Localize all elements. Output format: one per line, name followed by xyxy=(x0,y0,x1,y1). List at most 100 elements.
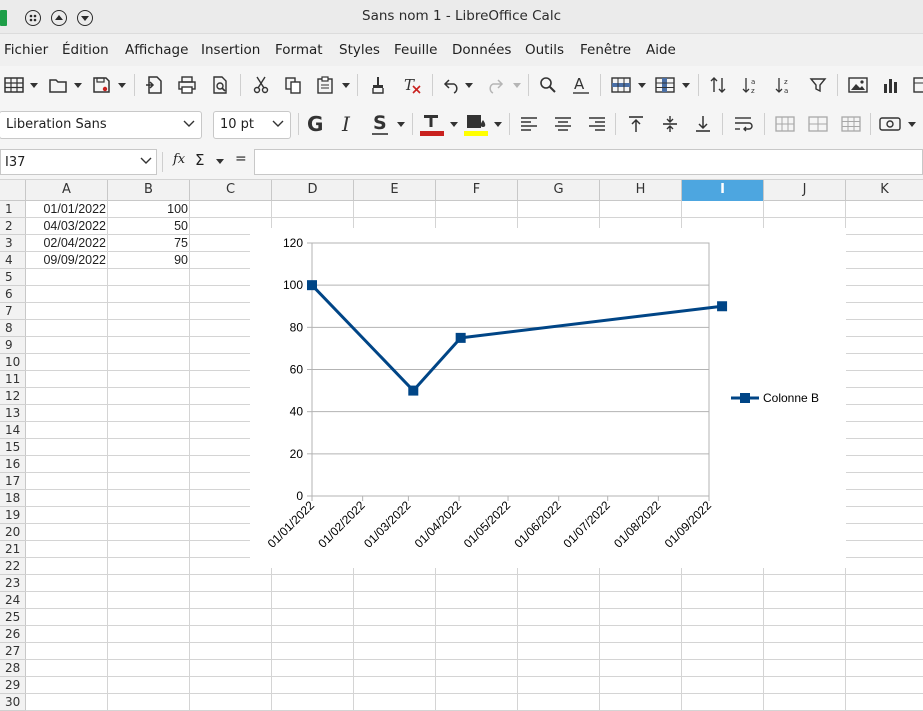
row-header-22[interactable]: 22 xyxy=(0,558,26,575)
new-document-button[interactable] xyxy=(2,73,26,97)
menu-data[interactable]: Données xyxy=(452,42,511,58)
row-header-19[interactable]: 19 xyxy=(0,507,26,524)
paste-dropdown[interactable] xyxy=(341,73,351,97)
row-header-5[interactable]: 5 xyxy=(0,269,26,286)
row-button[interactable] xyxy=(609,73,633,97)
row-header-9[interactable]: 9 xyxy=(0,337,26,354)
underline-dropdown[interactable] xyxy=(396,112,406,136)
sort-button[interactable] xyxy=(706,73,730,97)
align-left-button[interactable] xyxy=(517,112,541,136)
row-header-2[interactable]: 2 xyxy=(0,218,26,235)
clone-formatting-button[interactable] xyxy=(366,73,390,97)
number-format-dropdown[interactable] xyxy=(907,112,917,136)
menu-edit[interactable]: Édition xyxy=(62,42,109,58)
align-bottom-button[interactable] xyxy=(691,112,715,136)
column-header-c[interactable]: C xyxy=(190,180,272,201)
underline-button[interactable]: S xyxy=(368,112,392,136)
row-header-6[interactable]: 6 xyxy=(0,286,26,303)
menu-insert[interactable]: Insertion xyxy=(201,42,260,58)
row-header-11[interactable]: 11 xyxy=(0,371,26,388)
row-dropdown[interactable] xyxy=(637,73,647,97)
row-header-28[interactable]: 28 xyxy=(0,660,26,677)
sum-button[interactable]: Σ xyxy=(195,151,204,169)
open-button[interactable] xyxy=(46,73,70,97)
row-header-10[interactable]: 10 xyxy=(0,354,26,371)
clear-formatting-button[interactable]: T xyxy=(400,73,424,97)
sort-ascending-button[interactable]: az xyxy=(739,73,763,97)
row-header-25[interactable]: 25 xyxy=(0,609,26,626)
sum-dropdown[interactable] xyxy=(216,153,224,168)
copy-button[interactable] xyxy=(281,73,305,97)
font-color-dropdown[interactable] xyxy=(449,112,459,136)
row-header-8[interactable]: 8 xyxy=(0,320,26,337)
merge-center-button[interactable] xyxy=(806,112,830,136)
row-header-3[interactable]: 3 xyxy=(0,235,26,252)
row-header-30[interactable]: 30 xyxy=(0,694,26,711)
chevron-down-icon[interactable] xyxy=(272,115,284,137)
column-header-d[interactable]: D xyxy=(272,180,354,201)
print-preview-button[interactable] xyxy=(208,73,232,97)
unmerge-cells-button[interactable] xyxy=(839,112,863,136)
column-header-i[interactable]: I xyxy=(682,180,764,201)
column-button[interactable] xyxy=(653,73,677,97)
column-header-j[interactable]: J xyxy=(764,180,846,201)
cut-button[interactable] xyxy=(249,73,273,97)
number-format-button[interactable] xyxy=(878,112,902,136)
cell-a2[interactable]: 04/03/2022 xyxy=(26,218,106,235)
font-name-box[interactable]: Liberation Sans xyxy=(0,111,202,139)
row-header-26[interactable]: 26 xyxy=(0,626,26,643)
menu-window[interactable]: Fenêtre xyxy=(580,42,631,58)
chevron-down-icon[interactable] xyxy=(140,152,152,174)
bold-button[interactable]: G xyxy=(304,112,328,136)
row-header-27[interactable]: 27 xyxy=(0,643,26,660)
column-header-b[interactable]: B xyxy=(108,180,190,201)
cell-a3[interactable]: 02/04/2022 xyxy=(26,235,106,252)
row-header-15[interactable]: 15 xyxy=(0,439,26,456)
cell-b3[interactable]: 75 xyxy=(108,235,188,252)
row-header-24[interactable]: 24 xyxy=(0,592,26,609)
italic-button[interactable]: I xyxy=(337,112,361,136)
column-header-g[interactable]: G xyxy=(518,180,600,201)
row-header-12[interactable]: 12 xyxy=(0,388,26,405)
cell-a4[interactable]: 09/09/2022 xyxy=(26,252,106,269)
row-header-23[interactable]: 23 xyxy=(0,575,26,592)
column-header-h[interactable]: H xyxy=(600,180,682,201)
row-header-4[interactable]: 4 xyxy=(0,252,26,269)
autofilter-button[interactable] xyxy=(806,73,830,97)
sort-descending-button[interactable]: za xyxy=(772,73,796,97)
pivot-table-button[interactable] xyxy=(908,73,923,97)
align-middle-button[interactable] xyxy=(658,112,682,136)
open-dropdown[interactable] xyxy=(73,73,83,97)
row-header-18[interactable]: 18 xyxy=(0,490,26,507)
column-header-a[interactable]: A xyxy=(26,180,108,201)
insert-image-button[interactable] xyxy=(846,73,870,97)
row-header-21[interactable]: 21 xyxy=(0,541,26,558)
find-replace-button[interactable] xyxy=(536,73,560,97)
menu-sheet[interactable]: Feuille xyxy=(394,42,437,58)
function-wizard-button[interactable]: fx xyxy=(173,152,185,167)
background-color-dropdown[interactable] xyxy=(493,112,503,136)
chevron-down-icon[interactable] xyxy=(183,115,195,137)
new-dropdown[interactable] xyxy=(29,73,39,97)
menu-help[interactable]: Aide xyxy=(646,42,676,58)
row-header-29[interactable]: 29 xyxy=(0,677,26,694)
select-all-corner[interactable] xyxy=(0,180,26,201)
save-dropdown[interactable] xyxy=(117,73,127,97)
row-header-20[interactable]: 20 xyxy=(0,524,26,541)
row-header-14[interactable]: 14 xyxy=(0,422,26,439)
cell-b1[interactable]: 100 xyxy=(108,201,188,218)
column-dropdown[interactable] xyxy=(681,73,691,97)
name-box[interactable]: I37 xyxy=(0,149,157,175)
formula-button[interactable]: = xyxy=(235,151,247,167)
export-pdf-button[interactable] xyxy=(142,73,166,97)
align-right-button[interactable] xyxy=(585,112,609,136)
insert-chart-button[interactable] xyxy=(879,73,903,97)
print-button[interactable] xyxy=(175,73,199,97)
row-header-17[interactable]: 17 xyxy=(0,473,26,490)
formula-input[interactable] xyxy=(254,149,923,175)
column-header-e[interactable]: E xyxy=(354,180,436,201)
menu-format[interactable]: Format xyxy=(275,42,323,58)
cell-b2[interactable]: 50 xyxy=(108,218,188,235)
merge-cells-button[interactable] xyxy=(773,112,797,136)
menu-view[interactable]: Affichage xyxy=(125,42,188,58)
